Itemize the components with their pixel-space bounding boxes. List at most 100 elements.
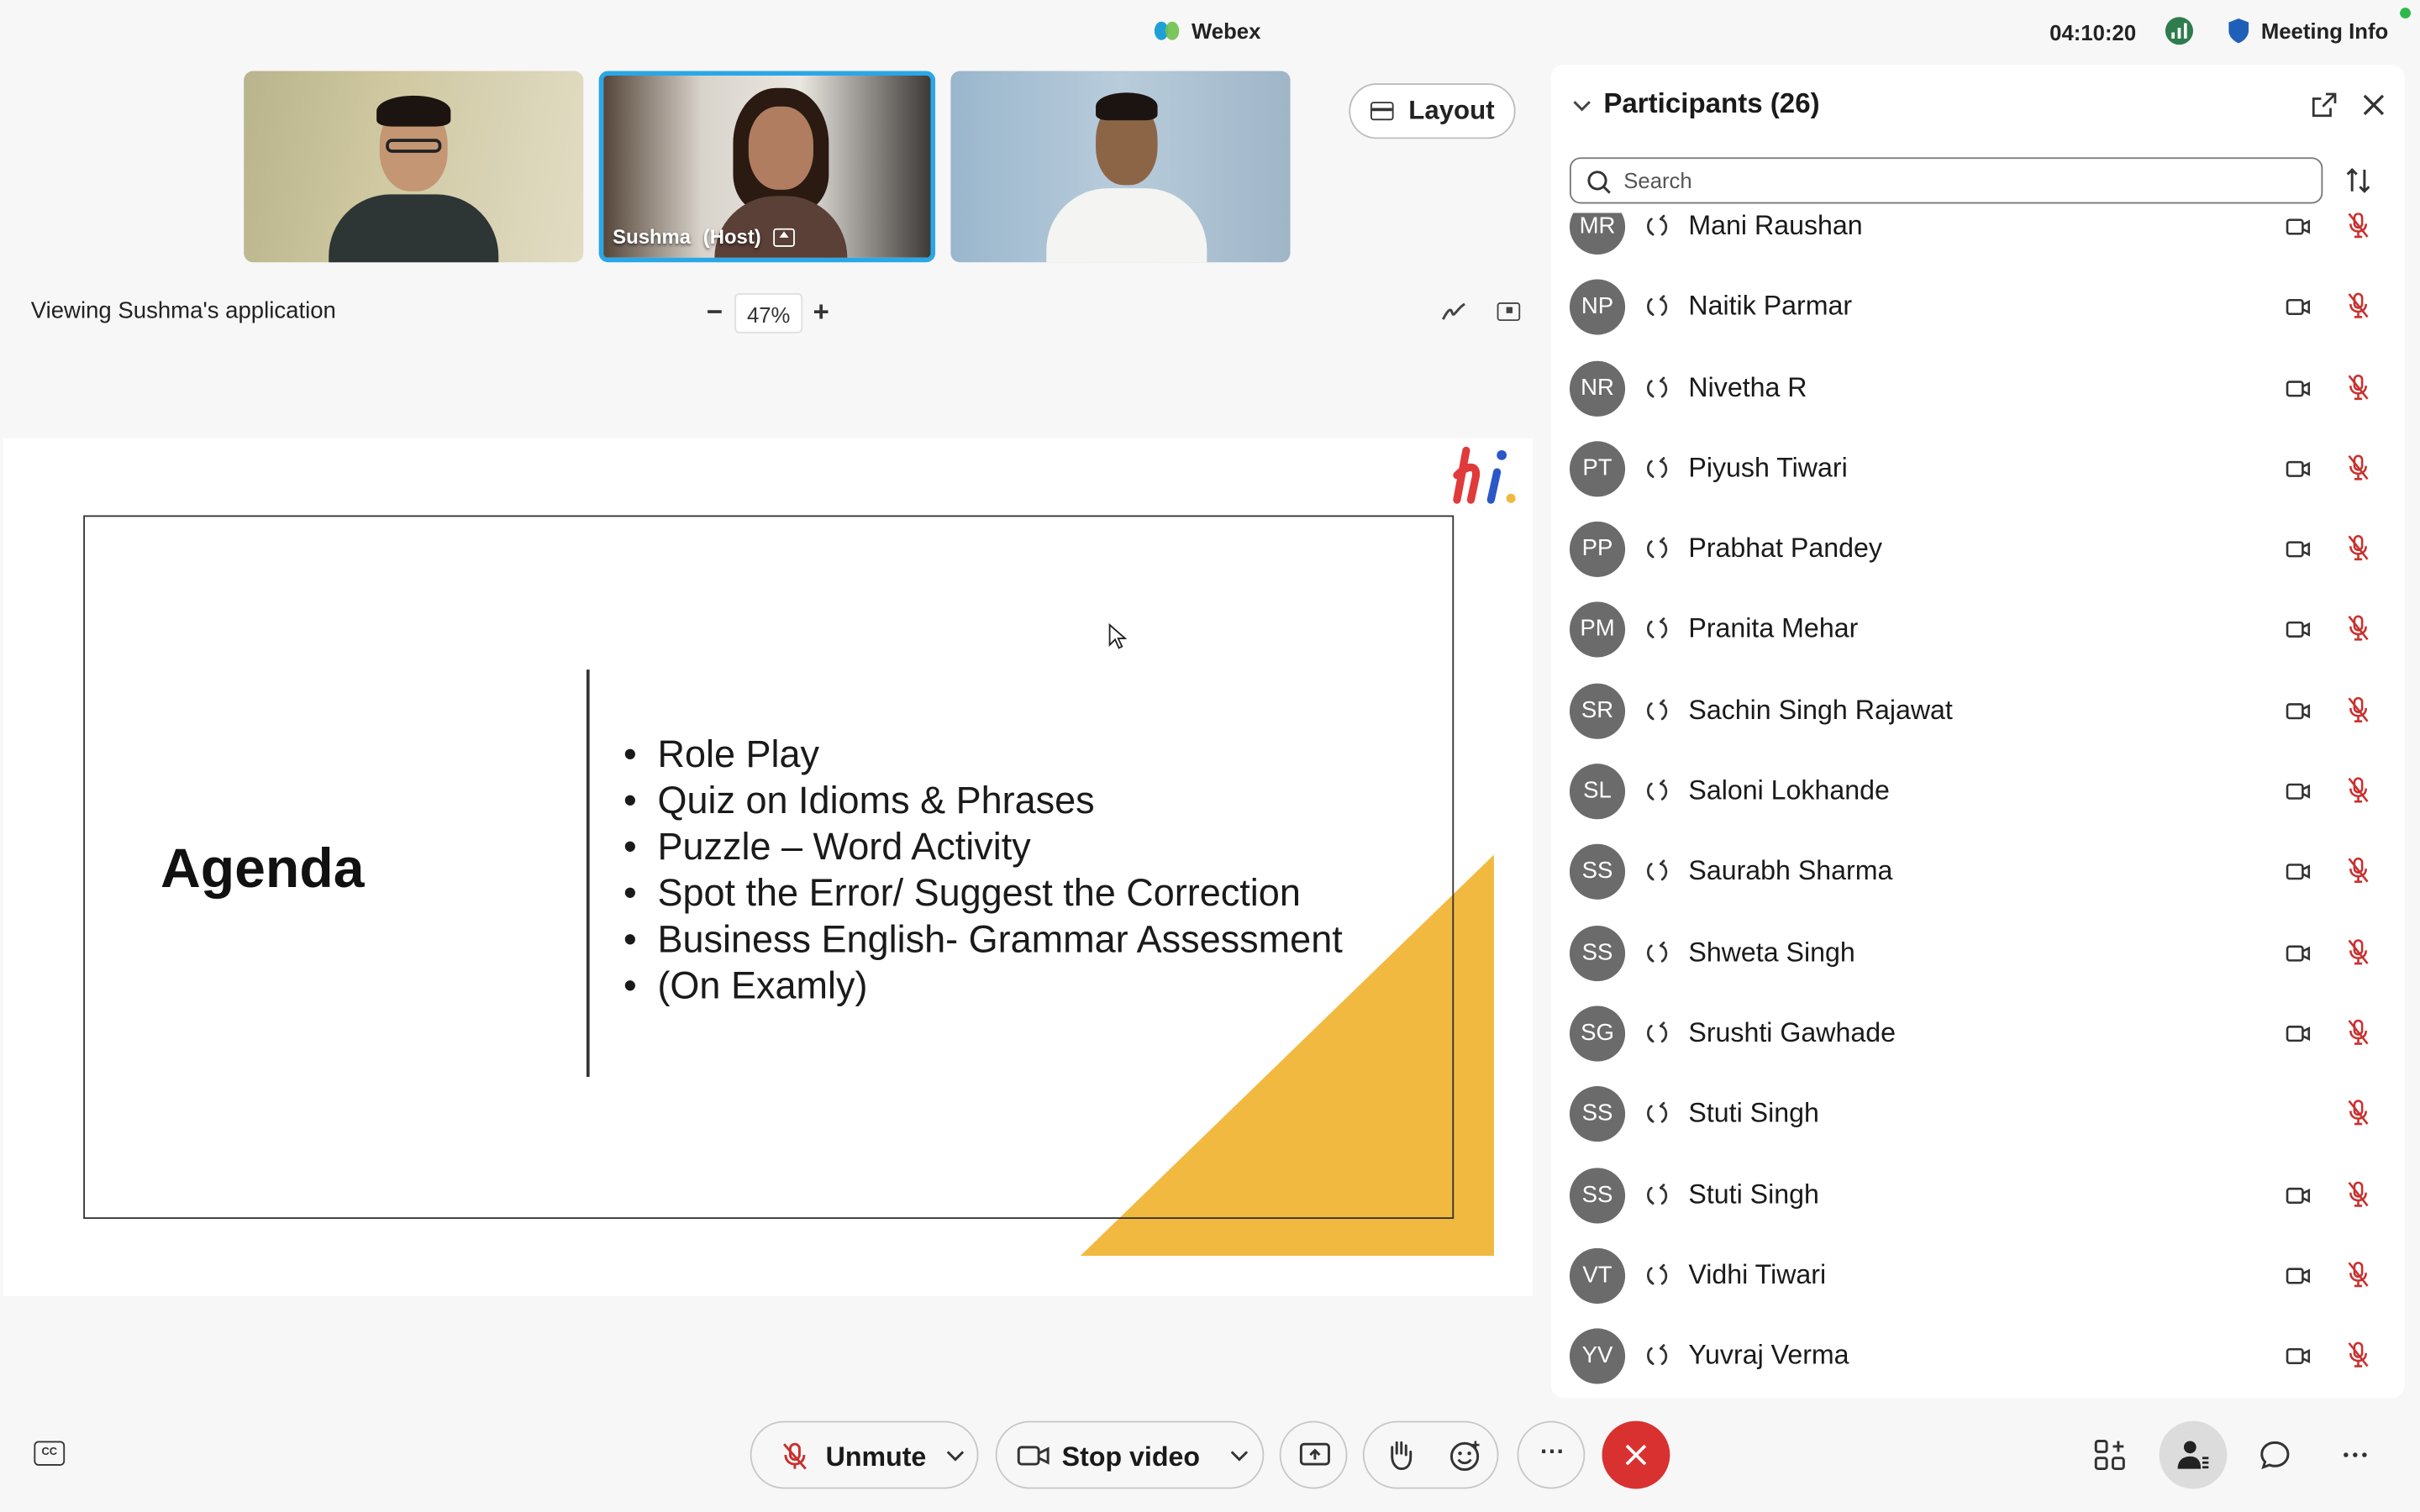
avatar: SS (1569, 925, 1626, 981)
video-tile-participant-1[interactable] (244, 71, 584, 263)
avatar: PP (1569, 522, 1626, 578)
audio-connection-icon (1647, 860, 1668, 882)
audio-connection-icon (1647, 941, 1668, 963)
mic-muted-icon[interactable] (2346, 776, 2370, 804)
chevron-down-icon[interactable] (1230, 1451, 1249, 1463)
video-tile-host[interactable]: Sushma (Host) (598, 71, 936, 263)
participants-panel: Participants (26) MRMani RaushanNPNaitik… (1550, 65, 2405, 1399)
more-options-icon[interactable] (2343, 1451, 2367, 1460)
participant-name: Vidhi Tiwari (1688, 1258, 1827, 1290)
mic-muted-icon[interactable] (2346, 454, 2370, 481)
participant-name: Mani Raushan (1688, 209, 1863, 241)
chevron-down-icon[interactable] (946, 1451, 965, 1463)
meeting-info-label: Meeting Info (2260, 18, 2389, 44)
participant-row[interactable]: SS Shweta Singh (1551, 913, 2405, 994)
participant-row[interactable]: NP Naitik Parmar (1551, 267, 2405, 348)
agenda-list: Role Play Quiz on Idioms & Phrases Puzzl… (620, 732, 1343, 1011)
search-input[interactable] (1623, 165, 2303, 197)
mic-muted-icon[interactable] (2346, 615, 2370, 643)
mic-muted-icon[interactable] (2346, 1018, 2370, 1046)
request-control-icon[interactable] (1497, 302, 1521, 322)
annotate-icon[interactable] (1442, 301, 1466, 323)
mic-muted-icon[interactable] (2346, 696, 2370, 723)
mic-muted-icon[interactable] (2346, 1341, 2370, 1368)
mic-muted-icon[interactable] (2346, 212, 2370, 239)
share-screen-icon (1299, 1442, 1330, 1466)
meeting-info-button[interactable]: Meeting Info (2228, 18, 2389, 44)
audio-connection-icon (1647, 456, 1668, 478)
participant-row[interactable]: YV Yuvraj Verma (1551, 1316, 2405, 1397)
audio-connection-icon (1647, 295, 1668, 317)
avatar: NP (1569, 279, 1626, 336)
webex-logo-icon (1154, 20, 1182, 42)
more-options-button[interactable]: ··· (1517, 1420, 1586, 1489)
participants-button[interactable] (2159, 1420, 2228, 1489)
audio-connection-icon (1647, 1102, 1668, 1124)
mic-muted-icon[interactable] (2346, 534, 2370, 562)
participant-row[interactable]: SR Sachin Singh Rajawat (1551, 671, 2405, 752)
participant-row[interactable]: NR Nivetha R (1551, 348, 2405, 428)
participant-name: Srushti Gawhade (1688, 1016, 1896, 1048)
sharing-icon (773, 227, 796, 246)
video-camera-icon (2286, 622, 2311, 638)
layout-icon (1370, 102, 1393, 121)
leave-meeting-button[interactable] (1602, 1420, 1670, 1489)
mic-muted-icon[interactable] (2346, 1099, 2370, 1126)
participant-row[interactable]: PM Pranita Mehar (1551, 591, 2405, 671)
participant-row[interactable]: SS Saurabh Sharma (1551, 832, 2405, 913)
mic-muted-icon[interactable] (2346, 1260, 2370, 1288)
raise-hand-icon[interactable] (1386, 1440, 1413, 1471)
participant-row[interactable]: PP Prabhat Pandey (1551, 509, 2405, 590)
stop-video-button[interactable]: Stop video (995, 1420, 1265, 1489)
apps-icon[interactable] (2094, 1440, 2125, 1471)
chevron-down-icon[interactable] (1573, 96, 1591, 114)
zoom-out-button[interactable]: − (702, 293, 727, 330)
agenda-item: Puzzle – Word Activity (620, 826, 1342, 872)
participant-row[interactable]: VT Vidhi Tiwari (1551, 1236, 2405, 1316)
share-button[interactable] (1279, 1420, 1348, 1489)
app-title: Webex (1154, 18, 1260, 43)
participant-row[interactable]: SG Srushti Gawhade (1551, 994, 2405, 1074)
mic-muted-icon[interactable] (2346, 937, 2370, 965)
unmute-button[interactable]: Unmute (750, 1420, 979, 1489)
video-camera-icon (2286, 1187, 2311, 1204)
unmute-label: Unmute (825, 1441, 927, 1473)
participant-search[interactable] (1569, 157, 2323, 204)
avatar: PM (1569, 602, 1626, 659)
participants-title: Participants (26) (1603, 87, 1820, 119)
pop-out-icon[interactable] (2312, 92, 2337, 118)
zoom-level[interactable]: 47% (734, 292, 803, 333)
sort-icon[interactable] (2344, 166, 2372, 194)
avatar: SL (1569, 764, 1626, 820)
chat-icon[interactable] (2260, 1440, 2291, 1471)
participants-icon (2177, 1441, 2209, 1469)
audio-connection-icon (1647, 780, 1668, 801)
agenda-item: Quiz on Idioms & Phrases (620, 780, 1342, 826)
video-camera-icon (2286, 460, 2311, 477)
closed-captions-icon[interactable]: CC (34, 1441, 66, 1466)
reactions-emoji-icon[interactable] (1449, 1440, 1482, 1473)
audio-connection-icon (1647, 1021, 1668, 1043)
participant-row[interactable]: PT Piyush Tiwari (1551, 428, 2405, 509)
participant-row[interactable]: SL Saloni Lokhande (1551, 752, 2405, 832)
mic-muted-icon[interactable] (2346, 857, 2370, 885)
audio-connection-icon (1647, 1183, 1668, 1205)
video-camera-icon (2286, 1268, 2311, 1284)
mic-muted-icon[interactable] (2346, 1179, 2370, 1207)
participants-list: MR Mani Raushan NP Naitik Parmar NR Nivetha R… (1551, 186, 2405, 1397)
layout-button[interactable]: Layout (1349, 83, 1516, 139)
participants-header: Participants (26) (1550, 65, 2405, 145)
layout-label: Layout (1408, 95, 1495, 125)
mic-muted-icon[interactable] (2346, 373, 2370, 401)
participant-row[interactable]: SS Stuti Singh (1551, 1074, 2405, 1155)
video-tile-participant-3[interactable] (950, 71, 1291, 263)
participant-row[interactable]: SS Stuti Singh (1551, 1155, 2405, 1236)
zoom-in-button[interactable]: + (808, 293, 833, 330)
mic-muted-icon[interactable] (2346, 292, 2370, 320)
search-icon (1587, 171, 1611, 194)
network-signal-icon[interactable] (2165, 17, 2193, 45)
participant-name: Piyush Tiwari (1688, 451, 1848, 483)
video-camera-icon (2286, 1026, 2311, 1042)
avatar: SS (1569, 844, 1626, 900)
close-icon[interactable] (2361, 92, 2386, 117)
